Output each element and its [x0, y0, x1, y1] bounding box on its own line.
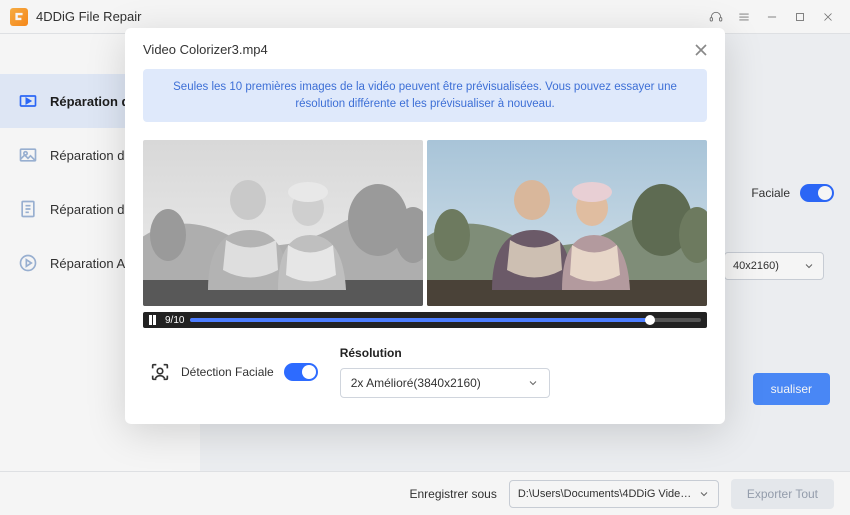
after-pane — [427, 140, 707, 306]
frame-counter: 9/10 — [165, 315, 184, 326]
resolution-select[interactable]: 2x Amélioré(3840x2160) — [340, 368, 550, 398]
pause-icon[interactable] — [149, 315, 159, 325]
progress-thumb[interactable] — [645, 315, 655, 325]
face-detect-toggle[interactable] — [284, 363, 318, 381]
before-pane — [143, 140, 423, 306]
resolution-heading: Résolution — [340, 346, 550, 360]
close-icon[interactable] — [691, 40, 711, 60]
modal-overlay: Video Colorizer3.mp4 Seules les 10 premi… — [0, 0, 850, 515]
preview-modal: Video Colorizer3.mp4 Seules les 10 premi… — [125, 28, 725, 424]
face-detect-icon — [149, 361, 171, 383]
chevron-down-icon — [527, 377, 539, 389]
progress-track[interactable] — [190, 318, 701, 322]
progress-fill — [190, 318, 649, 322]
face-detect-label: Détection Faciale — [181, 365, 274, 379]
video-progress[interactable]: 9/10 — [143, 312, 707, 328]
comparison-view — [143, 140, 707, 306]
modal-filename: Video Colorizer3.mp4 — [143, 42, 707, 57]
info-message: Seules les 10 premières images de la vid… — [143, 69, 707, 122]
